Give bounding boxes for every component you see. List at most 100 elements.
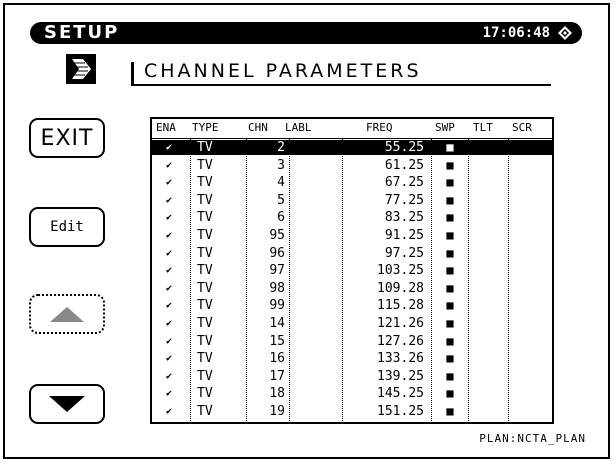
- channel-table: ENA TYPE CHN LABL FREQ SWP TLT SCR ✔ TV 2 5…: [150, 117, 554, 424]
- cell-type: TV: [197, 175, 213, 191]
- cell-swp: ■: [446, 140, 454, 154]
- cell-ena: ✔: [166, 318, 173, 329]
- edit-button-label: Edit: [50, 219, 84, 235]
- table-row[interactable]: ✔ TV 98 109.28 ■: [152, 281, 552, 296]
- page-title: CHANNEL PARAMETERS: [144, 60, 422, 82]
- cell-chn: 14: [269, 316, 285, 331]
- scroll-down-button[interactable]: [29, 384, 105, 424]
- column-divider: [431, 139, 432, 423]
- cell-freq: 77.25: [384, 192, 424, 208]
- cell-swp: ■: [446, 157, 454, 172]
- cell-swp: ■: [446, 298, 454, 313]
- cell-ena: ✔: [166, 388, 173, 400]
- table-row[interactable]: ✔ TV 2 55.25 ■: [152, 140, 552, 155]
- column-header-tlt: TLT: [473, 121, 493, 134]
- cell-chn: 16: [269, 351, 285, 367]
- table-row[interactable]: ✔ TV 95 91.25 ■: [152, 228, 552, 243]
- column-divider: [342, 139, 343, 423]
- scroll-up-button[interactable]: [29, 294, 105, 334]
- cell-chn: 3: [277, 157, 285, 173]
- table-row[interactable]: ✔ TV 16 133.26 ■: [152, 351, 552, 366]
- cell-ena: ✔: [166, 142, 173, 153]
- diamond-icon: [558, 26, 572, 40]
- cell-freq: 83.25: [384, 210, 424, 226]
- title-bar: SETUP 17:06:48: [30, 22, 582, 44]
- cell-ena: ✔: [166, 159, 173, 171]
- triangle-up-icon: [50, 306, 84, 322]
- table-row[interactable]: ✔ TV 96 97.25 ■: [152, 246, 552, 261]
- table-row[interactable]: ✔ TV 99 115.28 ■: [152, 298, 552, 313]
- cell-freq: 115.28: [377, 298, 424, 314]
- cell-type: TV: [197, 280, 213, 296]
- heading-underline: [131, 84, 551, 86]
- cell-swp: ■: [446, 386, 454, 401]
- column-header-freq: FREQ: [366, 121, 393, 134]
- cell-chn: 2: [277, 140, 285, 155]
- cell-type: TV: [197, 140, 213, 155]
- cell-swp: ■: [446, 316, 454, 330]
- cell-freq: 133.26: [377, 351, 424, 367]
- header-divider: [152, 138, 552, 139]
- cell-ena: ✔: [166, 335, 173, 347]
- cell-type: TV: [197, 316, 213, 331]
- exit-button[interactable]: EXIT: [29, 118, 105, 158]
- cell-chn: 4: [277, 175, 285, 191]
- cell-freq: 67.25: [384, 175, 424, 191]
- table-row[interactable]: ✔ TV 17 139.25 ■: [152, 369, 552, 384]
- edit-button[interactable]: Edit: [29, 207, 105, 247]
- exit-button-label: EXIT: [40, 125, 94, 151]
- cell-ena: ✔: [166, 370, 173, 382]
- cell-swp: ■: [446, 245, 454, 260]
- cell-swp: ■: [446, 368, 454, 383]
- cell-freq: 139.25: [377, 368, 424, 384]
- cell-swp: ■: [446, 351, 454, 366]
- table-row[interactable]: ✔ TV 19 151.25 ■: [152, 404, 552, 419]
- cell-freq: 61.25: [384, 157, 424, 173]
- cell-chn: 5: [277, 192, 285, 208]
- cell-ena: ✔: [166, 230, 173, 241]
- table-row[interactable]: ✔ TV 14 121.26 ■: [152, 316, 552, 331]
- cell-swp: ■: [446, 263, 454, 278]
- cell-ena: ✔: [166, 247, 173, 259]
- column-divider: [190, 139, 191, 423]
- cell-swp: ■: [446, 228, 454, 242]
- cell-chn: 19: [269, 404, 285, 419]
- table-row[interactable]: ✔ TV 6 83.25 ■: [152, 210, 552, 225]
- screen-mode-title: SETUP: [44, 22, 120, 43]
- column-divider: [246, 139, 247, 423]
- table-row[interactable]: ✔ TV 4 67.25 ■: [152, 175, 552, 190]
- cell-type: TV: [197, 386, 213, 402]
- cell-type: TV: [197, 157, 213, 173]
- table-row[interactable]: ✔ TV 3 61.25 ■: [152, 158, 552, 173]
- cell-type: TV: [197, 192, 213, 208]
- table-row[interactable]: ✔ TV 18 145.25 ■: [152, 386, 552, 401]
- table-row[interactable]: ✔ TV 15 127.26 ■: [152, 334, 552, 349]
- cell-ena: ✔: [166, 406, 173, 417]
- plan-name: PLAN:NCTA_PLAN: [479, 432, 586, 445]
- cell-type: TV: [197, 263, 213, 279]
- table-row[interactable]: ✔ TV 5 77.25 ■: [152, 193, 552, 208]
- table-row[interactable]: ✔ TV 97 103.25 ■: [152, 263, 552, 278]
- column-header-labl: LABL: [285, 121, 312, 134]
- heading-bracket: [131, 62, 134, 86]
- cell-freq: 103.25: [377, 263, 424, 279]
- cell-ena: ✔: [166, 177, 173, 189]
- cell-swp: ■: [446, 404, 454, 418]
- cell-type: TV: [197, 368, 213, 384]
- cell-swp: ■: [446, 192, 454, 207]
- column-divider: [508, 139, 509, 423]
- column-divider: [468, 139, 469, 423]
- column-header-type: TYPE: [192, 121, 219, 134]
- column-header-swp: SWP: [435, 121, 455, 134]
- cell-freq: 151.25: [377, 404, 424, 419]
- cell-freq: 97.25: [384, 245, 424, 261]
- cell-type: TV: [197, 404, 213, 419]
- cell-freq: 109.28: [377, 280, 424, 296]
- cell-chn: 6: [277, 210, 285, 226]
- cell-chn: 15: [269, 333, 285, 349]
- cell-chn: 99: [269, 298, 285, 314]
- column-divider: [289, 139, 290, 423]
- column-header-chn: CHN: [248, 121, 268, 134]
- cell-type: TV: [197, 333, 213, 349]
- cell-ena: ✔: [166, 300, 173, 312]
